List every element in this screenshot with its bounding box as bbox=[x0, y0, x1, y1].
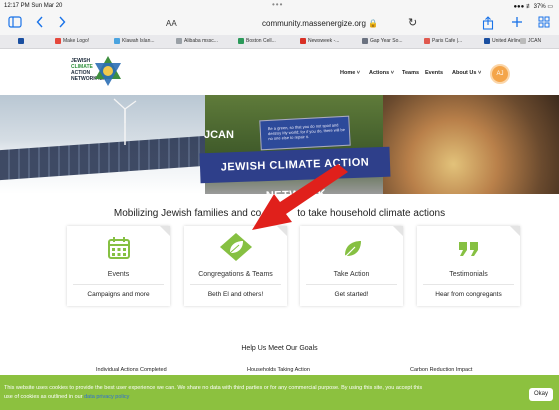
tab-overview-icon[interactable] bbox=[538, 16, 550, 32]
back-icon[interactable] bbox=[36, 16, 44, 32]
tab-label: Klawah Islan... bbox=[122, 38, 155, 44]
card-divider bbox=[73, 284, 164, 285]
card-subtitle: Get started! bbox=[334, 291, 369, 298]
reader-aa-button[interactable]: AA bbox=[166, 19, 177, 28]
tab-5[interactable]: Newsweek -... bbox=[300, 38, 358, 44]
cookie-banner: This website uses cookies to provide the… bbox=[0, 375, 559, 410]
nav-teams[interactable]: Teams bbox=[402, 70, 419, 76]
tab-label: Alibaba mssc... bbox=[184, 38, 218, 44]
favicon-icon bbox=[114, 38, 120, 44]
browser-toolbar: AA community.massenergize.org 🔒 ↻ bbox=[0, 13, 559, 35]
status-dots: ••• bbox=[272, 0, 284, 9]
tab-label: JCAN bbox=[528, 38, 542, 44]
tab-label: Gap Year So... bbox=[370, 38, 403, 44]
card-divider bbox=[423, 284, 514, 285]
tab-3[interactable]: Alibaba mssc... bbox=[176, 38, 234, 44]
card-title: Congregations & Teams bbox=[198, 271, 273, 278]
forward-icon[interactable] bbox=[58, 16, 66, 32]
card-divider bbox=[306, 284, 397, 285]
card-title: Testimonials bbox=[449, 271, 488, 278]
nav-events[interactable]: Events bbox=[425, 70, 443, 76]
card-title: Events bbox=[107, 271, 130, 278]
leaf-icon bbox=[344, 241, 361, 258]
tab-label: Paris Cafe |... bbox=[432, 38, 463, 44]
card-corner bbox=[160, 226, 170, 236]
address-bar[interactable]: community.massenergize.org 🔒 bbox=[262, 19, 378, 28]
privacy-policy-link[interactable]: data privacy policy bbox=[84, 394, 129, 400]
reload-icon[interactable]: ↻ bbox=[408, 16, 417, 29]
wind-turbine-icon bbox=[113, 98, 137, 145]
tab-bar: Make Logo! Klawah Islan... Alibaba mssc.… bbox=[0, 35, 559, 49]
favicon-icon bbox=[424, 38, 430, 44]
card-take-action[interactable]: Take Action Get started! bbox=[300, 226, 403, 306]
leaf-diamond-icon bbox=[219, 233, 252, 261]
red-arrow-annotation-icon bbox=[252, 164, 348, 230]
user-avatar[interactable]: AJ bbox=[490, 64, 510, 84]
tab-8[interactable]: United Airlines bbox=[484, 38, 524, 44]
card-subtitle: Beth El and others! bbox=[207, 291, 264, 298]
metric-individual-actions: Individual Actions Completed bbox=[96, 367, 167, 373]
new-tab-icon[interactable] bbox=[511, 16, 523, 32]
favicon-icon bbox=[55, 38, 61, 44]
cookie-message: This website uses cookies to provide the… bbox=[4, 385, 423, 400]
share-icon[interactable] bbox=[482, 16, 494, 34]
tab-6[interactable]: Gap Year So... bbox=[362, 38, 420, 44]
calendar-icon bbox=[107, 237, 130, 259]
nav-actions[interactable]: Actions ˅ bbox=[369, 70, 394, 76]
card-corner bbox=[393, 226, 403, 236]
favicon-icon bbox=[300, 38, 306, 44]
status-battery: ●●● ≢ 37% ▭ bbox=[513, 4, 553, 10]
metric-carbon-reduction: Carbon Reduction Impact bbox=[410, 367, 473, 373]
tab-2[interactable]: Klawah Islan... bbox=[114, 38, 172, 44]
card-testimonials[interactable]: Testimonials Hear from congregants bbox=[417, 226, 520, 306]
card-congregations-teams[interactable]: Congregations & Teams Beth El and others… bbox=[184, 226, 287, 306]
hero-jcan-label: JCAN bbox=[204, 129, 234, 141]
quote-icon bbox=[458, 242, 478, 256]
card-corner bbox=[510, 226, 520, 236]
tab-1[interactable]: Make Logo! bbox=[55, 38, 110, 44]
tab-4[interactable]: Boston Cell... bbox=[238, 38, 296, 44]
nav-about-us[interactable]: About Us ˅ bbox=[452, 70, 481, 76]
tab-9[interactable]: JCAN bbox=[520, 38, 541, 44]
tab-7[interactable]: Paris Cafe |... bbox=[424, 38, 480, 44]
card-divider bbox=[190, 284, 281, 285]
tab-pinned[interactable] bbox=[18, 38, 28, 44]
favicon-icon bbox=[484, 38, 490, 44]
tab-label: Make Logo! bbox=[63, 38, 90, 44]
tab-label: Newsweek -... bbox=[308, 38, 340, 44]
tagline-start: Mobilizing Jewish families and co bbox=[113, 208, 262, 219]
nav-home[interactable]: Home ˅ bbox=[340, 70, 360, 76]
hero-photo-food bbox=[383, 95, 559, 194]
favicon-icon bbox=[176, 38, 182, 44]
status-bar: 12:17 PM Sun Mar 20 ••• ●●● ≢ 37% ▭ bbox=[0, 0, 559, 13]
goals-heading: Help Us Meet Our Goals bbox=[241, 345, 318, 352]
card-events[interactable]: Events Campaigns and more bbox=[67, 226, 170, 306]
status-time: 12:17 PM Sun Mar 20 bbox=[4, 3, 63, 9]
card-subtitle: Campaigns and more bbox=[87, 291, 150, 298]
sidebar-toggle-icon[interactable] bbox=[8, 16, 22, 32]
card-title: Take Action bbox=[333, 271, 370, 278]
star-of-david-logo-icon bbox=[95, 56, 121, 86]
cookie-okay-button[interactable]: Okay bbox=[529, 388, 553, 401]
cookie-text: This website uses cookies to provide the… bbox=[4, 384, 424, 402]
favicon-icon bbox=[520, 38, 526, 44]
card-subtitle: Hear from congregants bbox=[435, 291, 502, 298]
metric-households: Households Taking Action bbox=[247, 367, 310, 373]
favicon-icon bbox=[362, 38, 368, 44]
tab-label: Boston Cell... bbox=[246, 38, 276, 44]
favicon-icon bbox=[238, 38, 244, 44]
